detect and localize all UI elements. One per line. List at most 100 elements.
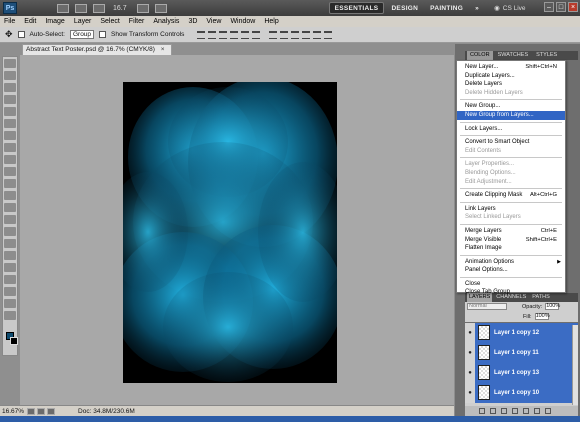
delete-layer-icon[interactable] xyxy=(545,408,551,414)
arrange-documents-icon[interactable] xyxy=(136,3,149,13)
menu-item[interactable]: Close xyxy=(457,280,565,289)
workspace-essentials[interactable]: ESSENTIALS xyxy=(328,2,385,14)
align-right-icon[interactable] xyxy=(252,30,261,39)
auto-select-checkbox[interactable] xyxy=(17,31,25,38)
layer-row[interactable]: ● Layer 1 copy 10 xyxy=(465,382,578,403)
layer-row[interactable]: ● Layer 1 copy 12 xyxy=(465,323,578,343)
link-layers-icon[interactable] xyxy=(479,408,485,414)
status-icon-1[interactable] xyxy=(27,407,36,415)
menu-item[interactable]: Link Layers xyxy=(457,205,565,214)
artwork-canvas[interactable] xyxy=(123,82,337,383)
workspace-design[interactable]: DESIGN xyxy=(386,2,423,14)
new-group-icon[interactable] xyxy=(523,408,529,414)
clone-stamp-tool-icon[interactable] xyxy=(4,155,16,164)
distribute-bottom-icon[interactable] xyxy=(291,30,300,39)
healing-brush-tool-icon[interactable] xyxy=(4,131,16,140)
distribute-vcenter-icon[interactable] xyxy=(280,30,289,39)
menu-item[interactable]: New Group... xyxy=(457,102,565,111)
layer-style-icon[interactable] xyxy=(490,408,496,414)
distribute-top-icon[interactable] xyxy=(269,30,278,39)
menu-item[interactable]: Merge Layers Ctrl+E xyxy=(457,227,565,236)
menu-file[interactable]: File xyxy=(4,18,15,25)
align-top-icon[interactable] xyxy=(197,30,206,39)
crop-tool-icon[interactable] xyxy=(4,107,16,116)
align-bottom-icon[interactable] xyxy=(219,30,228,39)
eye-icon[interactable]: ● xyxy=(465,362,475,383)
restore-icon[interactable]: □ xyxy=(556,2,566,12)
close-icon[interactable]: × xyxy=(568,2,578,12)
tab-color[interactable]: COLOR xyxy=(467,51,493,60)
minimize-icon[interactable]: – xyxy=(544,2,554,12)
document-tab[interactable]: Abstract Text Poster.psd @ 16.7% (CMYK/8… xyxy=(22,44,172,55)
menu-item[interactable]: Lock Layers... xyxy=(457,125,565,134)
quick-select-tool-icon[interactable] xyxy=(4,95,16,104)
gradient-tool-icon[interactable] xyxy=(4,191,16,200)
dodge-tool-icon[interactable] xyxy=(4,215,16,224)
menu-item[interactable]: Duplicate Layers... xyxy=(457,72,565,81)
menu-item[interactable]: Animation Options ▶ xyxy=(457,258,565,267)
menu-item[interactable]: Delete Layers xyxy=(457,80,565,89)
marquee-tool-icon[interactable] xyxy=(4,71,16,80)
hand-tool-icon[interactable] xyxy=(4,299,16,308)
menu-select[interactable]: Select xyxy=(100,18,119,25)
tab-styles[interactable]: STYLES xyxy=(533,51,560,60)
align-hcenter-icon[interactable] xyxy=(241,30,250,39)
eyedropper-tool-icon[interactable] xyxy=(4,119,16,128)
tab-swatches[interactable]: SWATCHES xyxy=(495,51,532,60)
eye-icon[interactable]: ● xyxy=(465,323,475,343)
menu-help[interactable]: Help xyxy=(264,18,278,25)
layer-row[interactable]: ● Layer 1 copy 13 xyxy=(465,362,578,383)
align-left-icon[interactable] xyxy=(230,30,239,39)
menu-item[interactable]: New Group from Layers... xyxy=(457,110,565,120)
distribute-hcenter-icon[interactable] xyxy=(313,30,322,39)
move-tool-icon[interactable]: ✥ xyxy=(5,29,13,40)
pen-tool-icon[interactable] xyxy=(4,227,16,236)
opacity-input[interactable]: 100% xyxy=(545,303,560,310)
status-icon-3[interactable] xyxy=(47,407,56,415)
menu-3d[interactable]: 3D xyxy=(188,18,197,25)
eraser-tool-icon[interactable] xyxy=(4,179,16,188)
menu-filter[interactable]: Filter xyxy=(129,18,145,25)
history-brush-tool-icon[interactable] xyxy=(4,167,16,176)
layer-row[interactable]: ● Layer 1 copy 11 xyxy=(465,342,578,363)
menu-item[interactable]: Panel Options... xyxy=(457,266,565,275)
status-icon-2[interactable] xyxy=(37,407,46,415)
lasso-tool-icon[interactable] xyxy=(4,83,16,92)
menu-analysis[interactable]: Analysis xyxy=(153,18,179,25)
layers-scrollbar[interactable] xyxy=(572,325,578,405)
bridge-icon[interactable] xyxy=(57,3,69,13)
3d-orbit-tool-icon[interactable] xyxy=(4,287,16,296)
background-color-swatch[interactable] xyxy=(10,337,18,345)
menu-item[interactable]: Close Tab Group xyxy=(457,288,565,297)
show-transform-checkbox[interactable] xyxy=(99,31,107,38)
mini-bridge-icon[interactable] xyxy=(75,3,87,13)
more-workspaces-button[interactable]: » xyxy=(470,2,484,14)
brush-tool-icon[interactable] xyxy=(4,143,16,152)
menu-item[interactable]: Create Clipping Mask Alt+Ctrl+G xyxy=(457,191,565,200)
type-tool-icon[interactable] xyxy=(4,239,16,248)
move-tool-icon[interactable] xyxy=(4,59,16,68)
menu-edit[interactable]: Edit xyxy=(24,18,36,25)
zoom-level[interactable]: 16.7 xyxy=(113,5,127,12)
document-close-icon[interactable]: × xyxy=(161,46,165,53)
distribute-right-icon[interactable] xyxy=(324,30,333,39)
adjustment-layer-icon[interactable] xyxy=(512,408,518,414)
menu-image[interactable]: Image xyxy=(45,18,64,25)
hand-icon[interactable] xyxy=(93,3,105,13)
menu-layer[interactable]: Layer xyxy=(74,18,92,25)
shape-tool-icon[interactable] xyxy=(4,263,16,272)
eye-icon[interactable]: ● xyxy=(465,342,475,363)
workspace-painting[interactable]: PAINTING xyxy=(425,2,468,14)
blend-mode-select[interactable]: Normal xyxy=(467,303,507,310)
eye-icon[interactable]: ● xyxy=(465,382,475,403)
new-layer-icon[interactable] xyxy=(534,408,540,414)
3d-rotate-tool-icon[interactable] xyxy=(4,275,16,284)
zoom-tool-icon[interactable] xyxy=(4,311,16,320)
align-vcenter-icon[interactable] xyxy=(208,30,217,39)
menu-view[interactable]: View xyxy=(206,18,221,25)
menu-item[interactable]: Flatten Image xyxy=(457,244,565,253)
menu-window[interactable]: Window xyxy=(230,18,255,25)
menu-item[interactable]: Convert to Smart Object xyxy=(457,138,565,147)
menu-item[interactable]: New Layer... Shift+Ctrl+N xyxy=(457,63,565,72)
menu-item[interactable]: Merge Visible Shift+Ctrl+E xyxy=(457,236,565,245)
